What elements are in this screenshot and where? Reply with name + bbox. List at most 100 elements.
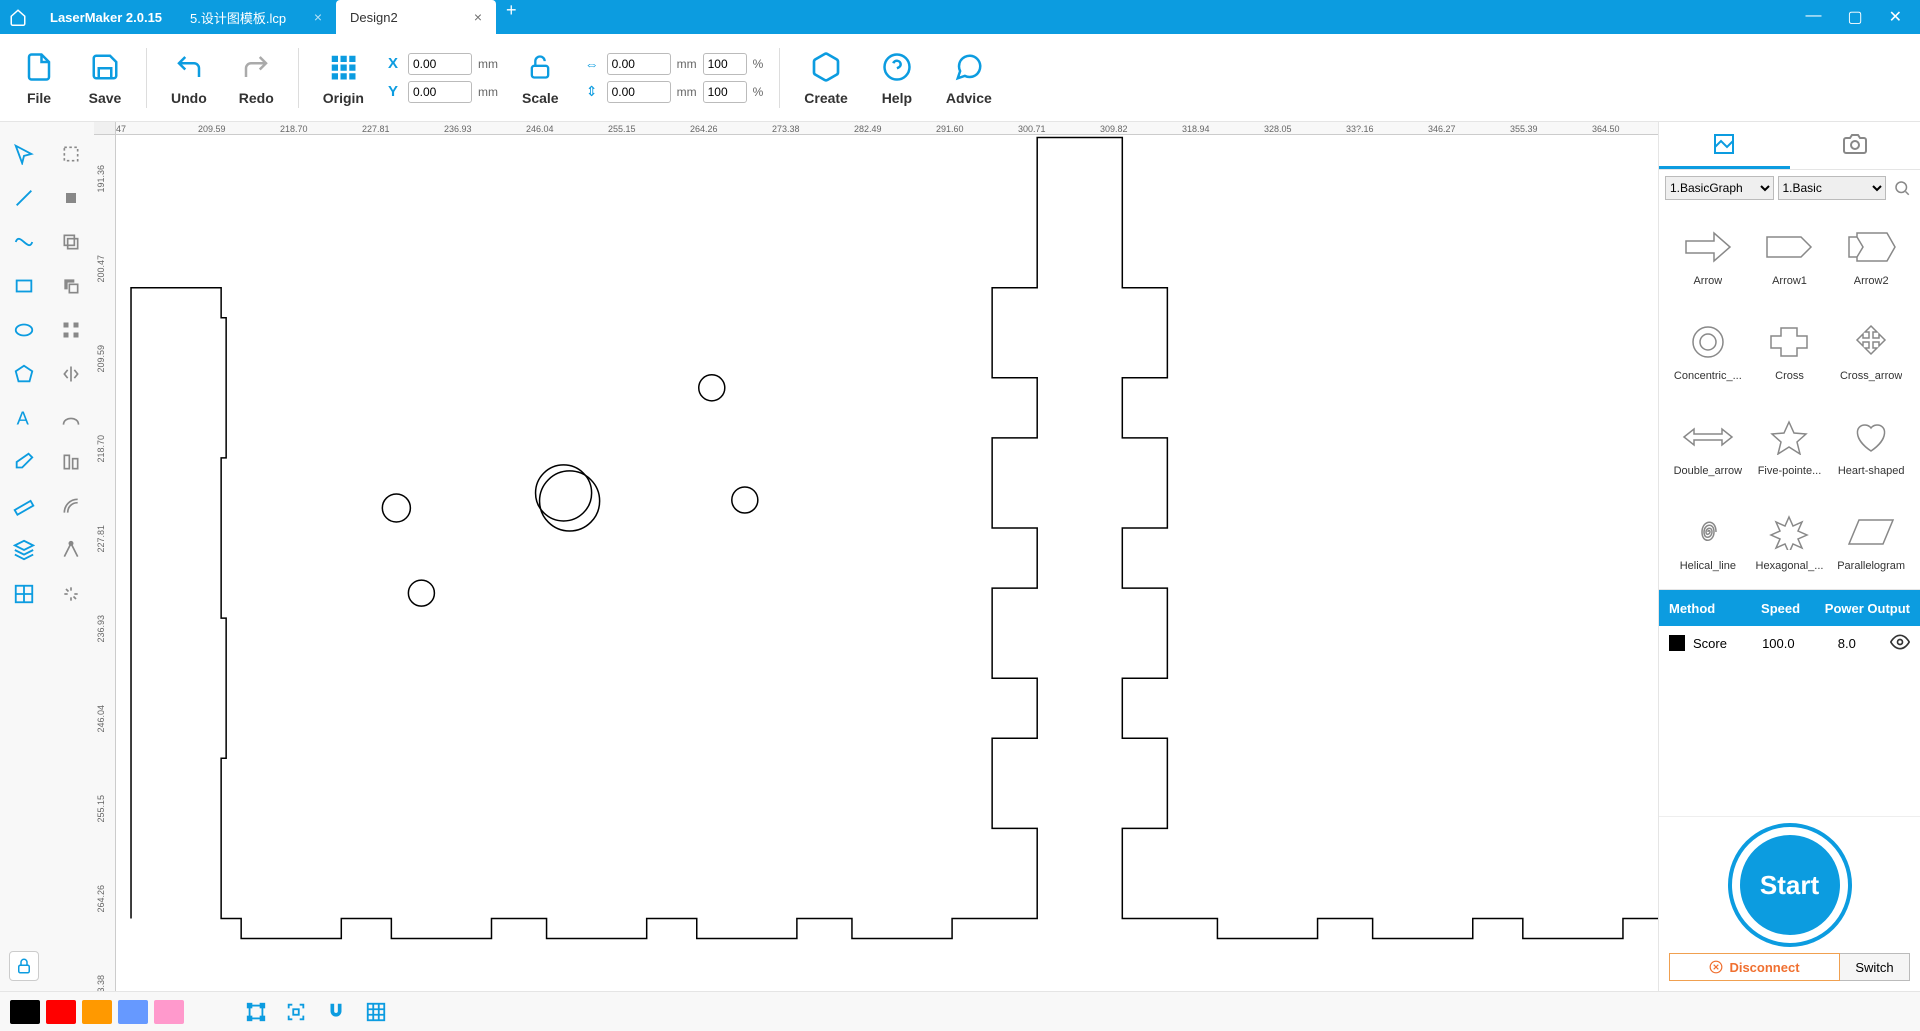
- height-pct-input[interactable]: [703, 81, 747, 103]
- select-tool[interactable]: [6, 132, 42, 176]
- close-icon[interactable]: ×: [474, 9, 482, 25]
- width-input[interactable]: [607, 53, 671, 75]
- shape-item[interactable]: Arrow1: [1751, 210, 1829, 301]
- color-swatch[interactable]: [46, 1000, 76, 1024]
- shape-item[interactable]: Heart-shaped: [1832, 400, 1910, 491]
- ruler-tick: 218.70: [280, 124, 308, 134]
- start-area: Start Disconnect Switch: [1659, 816, 1920, 991]
- node-tool[interactable]: [53, 528, 89, 572]
- layer-visibility-icon[interactable]: [1886, 632, 1910, 655]
- shape-item[interactable]: Concentric_...: [1669, 305, 1747, 396]
- array-tool[interactable]: [53, 308, 89, 352]
- shape-item[interactable]: Cross_arrow: [1832, 305, 1910, 396]
- shape-item[interactable]: Hexagonal_...: [1751, 494, 1829, 585]
- subtract-tool[interactable]: [53, 264, 89, 308]
- ruler-tool[interactable]: [6, 484, 42, 528]
- undo-button[interactable]: Undo: [159, 46, 219, 110]
- shape-label: Arrow: [1693, 275, 1722, 287]
- category-select-2[interactable]: 1.Basic: [1778, 176, 1887, 200]
- layers-tool[interactable]: [6, 528, 42, 572]
- category-select-1[interactable]: 1.BasicGraph: [1665, 176, 1774, 200]
- color-swatch[interactable]: [154, 1000, 184, 1024]
- save-button[interactable]: Save: [76, 46, 134, 110]
- window-controls: — ▢ ✕: [1805, 7, 1920, 27]
- smooth-tool[interactable]: [53, 396, 89, 440]
- y-input[interactable]: [408, 81, 472, 103]
- scale-button[interactable]: Scale: [510, 46, 571, 110]
- shape-item[interactable]: Five-pointe...: [1751, 400, 1829, 491]
- line-tool[interactable]: [6, 176, 42, 220]
- document-tabs: 5.设计图模板.lcp × Design2 × +: [176, 0, 527, 34]
- ruler-tick: 255.15: [608, 124, 636, 134]
- curve-tool[interactable]: [6, 220, 42, 264]
- ellipse-tool[interactable]: [6, 308, 42, 352]
- color-swatch[interactable]: [10, 1000, 40, 1024]
- redo-label: Redo: [239, 90, 274, 106]
- layer-power: 8.0: [1818, 636, 1876, 651]
- mirror-tool[interactable]: [53, 352, 89, 396]
- polygon-tool[interactable]: [6, 352, 42, 396]
- search-icon[interactable]: [1890, 176, 1914, 200]
- ruler-tick: 328.05: [1264, 124, 1292, 134]
- snap-button[interactable]: [320, 996, 352, 1028]
- dimension-inputs: ⇔ mm % ⇕ mm %: [579, 53, 768, 103]
- offset-tool[interactable]: [53, 484, 89, 528]
- grid-toggle-button[interactable]: [360, 996, 392, 1028]
- camera-tab[interactable]: [1790, 122, 1920, 169]
- x-input[interactable]: [408, 53, 472, 75]
- shape-item[interactable]: Helical_line: [1669, 494, 1747, 585]
- ruler-tick: 191.36: [96, 165, 106, 193]
- canvas-circle: [732, 487, 758, 513]
- rectangle-tool[interactable]: [6, 264, 42, 308]
- save-label: Save: [89, 90, 122, 106]
- shapes-tab[interactable]: [1659, 122, 1790, 169]
- advice-button[interactable]: Advice: [934, 46, 1004, 110]
- minimize-icon[interactable]: —: [1805, 7, 1821, 27]
- grid-tool[interactable]: [6, 572, 42, 616]
- advice-label: Advice: [946, 90, 992, 106]
- disconnect-button[interactable]: Disconnect: [1669, 953, 1840, 981]
- design-canvas[interactable]: [116, 135, 1658, 991]
- document-tab[interactable]: 5.设计图模板.lcp ×: [176, 0, 336, 34]
- redo-button[interactable]: Redo: [227, 46, 286, 110]
- ruler-tick: 47: [116, 124, 126, 134]
- document-tab-active[interactable]: Design2 ×: [336, 0, 496, 34]
- color-swatch[interactable]: [118, 1000, 148, 1024]
- marquee-tool[interactable]: [53, 132, 89, 176]
- pct-label: %: [753, 85, 764, 99]
- lock-tool[interactable]: [9, 951, 39, 981]
- fill-tool[interactable]: [53, 176, 89, 220]
- zoom-fit-button[interactable]: [280, 996, 312, 1028]
- file-button[interactable]: File: [10, 46, 68, 110]
- align-tool[interactable]: [53, 440, 89, 484]
- color-swatch[interactable]: [82, 1000, 112, 1024]
- origin-button[interactable]: Origin: [311, 46, 376, 110]
- text-tool[interactable]: A: [6, 396, 42, 440]
- shape-item[interactable]: Cross: [1751, 305, 1829, 396]
- help-button[interactable]: Help: [868, 46, 926, 110]
- shape-item[interactable]: Arrow: [1669, 210, 1747, 301]
- left-tools-col1: A: [0, 122, 47, 991]
- shape-preview: [1753, 508, 1825, 556]
- shape-item[interactable]: Double_arrow: [1669, 400, 1747, 491]
- shape-item[interactable]: Arrow2: [1832, 210, 1910, 301]
- duplicate-tool[interactable]: [53, 220, 89, 264]
- shape-item[interactable]: Parallelogram: [1832, 494, 1910, 585]
- create-button[interactable]: Create: [792, 46, 860, 110]
- undo-label: Undo: [171, 90, 207, 106]
- new-tab-button[interactable]: +: [496, 0, 527, 34]
- close-window-icon[interactable]: ✕: [1889, 7, 1902, 27]
- switch-button[interactable]: Switch: [1840, 953, 1910, 981]
- layer-color-swatch: [1669, 635, 1685, 651]
- home-icon[interactable]: [0, 8, 36, 26]
- main-toolbar: File Save Undo Redo Origin X mm Y mm Sca…: [0, 34, 1920, 122]
- burst-tool[interactable]: [53, 572, 89, 616]
- start-button[interactable]: Start: [1732, 827, 1848, 943]
- height-input[interactable]: [607, 81, 671, 103]
- maximize-icon[interactable]: ▢: [1847, 7, 1862, 27]
- select-all-button[interactable]: [240, 996, 272, 1028]
- layer-row[interactable]: Score 100.0 8.0: [1659, 626, 1920, 660]
- width-pct-input[interactable]: [703, 53, 747, 75]
- eraser-tool[interactable]: [6, 440, 42, 484]
- close-icon[interactable]: ×: [314, 9, 322, 25]
